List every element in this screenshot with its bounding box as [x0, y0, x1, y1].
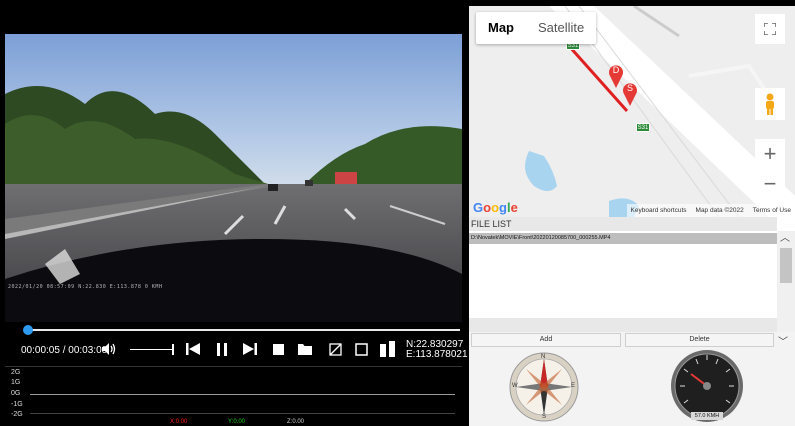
playback-controls: 00:00:05 / 00:03:00 N:22.830297 E:113.87…: [0, 322, 468, 366]
gsensor-label-0g: 0G: [11, 390, 21, 397]
seek-bar[interactable]: [24, 329, 460, 331]
fullscreen-icon[interactable]: [352, 340, 370, 358]
open-folder-icon[interactable]: [296, 340, 314, 358]
video-player[interactable]: 2022/01/20 08:57:09 N:22.830 E:113.878 0…: [0, 0, 466, 322]
google-logo: Google: [473, 200, 518, 215]
add-button[interactable]: Add: [471, 333, 621, 347]
compass-icon: [509, 352, 579, 422]
seek-handle[interactable]: [23, 325, 34, 335]
map-view[interactable]: S31 S31 D S Map Satellite + − Google Key…: [469, 6, 795, 217]
scrollbar-thumb[interactable]: [780, 248, 792, 283]
destination-marker-label: D: [612, 65, 620, 75]
volume-slider[interactable]: [130, 349, 173, 350]
gsensor-y-value: Y:0.00: [228, 419, 246, 425]
zoom-in-button[interactable]: +: [755, 139, 785, 169]
keyboard-shortcuts-link[interactable]: Keyboard shortcuts: [631, 207, 687, 217]
video-frame: 2022/01/20 08:57:09 N:22.830 E:113.878 0…: [5, 34, 462, 322]
gsensor-x-value: X:0.00: [170, 419, 188, 425]
gsensor-label-1g: 1G: [11, 379, 21, 386]
gps-coordinates: N:22.830297 E:113.878021: [406, 340, 468, 360]
street-view-button[interactable]: [755, 88, 785, 120]
file-list-header: FILE LIST: [469, 217, 777, 231]
gsensor-z-value: Z:0.00: [287, 419, 305, 425]
tab-satellite[interactable]: Satellite: [526, 12, 596, 44]
file-list-panel: FILE LIST D:\Novatek\MOVIE\Front\2022012…: [469, 217, 795, 332]
start-marker-label: S: [626, 83, 633, 93]
previous-file-icon[interactable]: [184, 340, 202, 358]
file-list-item-selected[interactable]: D:\Novatek\MOVIE\Front\20220120085700_00…: [469, 233, 777, 244]
map-fullscreen-button[interactable]: [755, 14, 785, 44]
gsensor-graph: 2G 1G 0G -1G -2G X:0.00 Y:0.00 Z:0.00: [5, 366, 462, 426]
snapshot-icon[interactable]: [326, 340, 344, 358]
gsensor-lower-line: [30, 413, 455, 414]
terms-of-use-link[interactable]: Terms of Use: [753, 207, 791, 217]
pegman-icon: [766, 93, 774, 115]
gsensor-label-neg1g: -1G: [11, 401, 23, 408]
gsensor-zero-line: [30, 394, 455, 395]
tab-map[interactable]: Map: [476, 12, 526, 44]
elapsed-time: 00:00:05: [21, 345, 60, 356]
file-list-scrollbar[interactable]: ︿: [777, 231, 795, 332]
compass-west: W: [512, 383, 518, 389]
gsensor-label-2g: 2G: [11, 369, 21, 376]
scroll-up-icon[interactable]: ︿: [780, 233, 790, 245]
speed-readout: 57.0 KMH: [691, 412, 723, 420]
compass-south: S: [542, 414, 547, 420]
expand-icon: [764, 23, 776, 35]
volume-handle[interactable]: [172, 344, 174, 355]
pause-icon[interactable]: [213, 340, 231, 358]
next-file-icon[interactable]: [241, 340, 259, 358]
road-shield-bottom: S31: [636, 123, 650, 132]
compass-north: N: [541, 354, 546, 360]
volume-icon[interactable]: [101, 340, 117, 358]
map-data-attribution: Map data ©2022: [695, 207, 744, 214]
timecode: 00:00:05 / 00:03:00: [21, 345, 107, 356]
zoom-out-button[interactable]: −: [755, 169, 785, 199]
map-type-control: Map Satellite: [476, 12, 597, 44]
bottom-panel: Add Delete ﹀ N E S W 57.0 KMH: [469, 332, 795, 426]
stop-icon[interactable]: [269, 340, 287, 358]
video-osd-overlay: 2022/01/20 08:57:09 N:22.830 E:113.878 0…: [8, 284, 163, 290]
gsensor-label-neg2g: -2G: [11, 411, 23, 418]
split-view-icon[interactable]: [378, 340, 402, 358]
longitude: E:113.878021: [406, 349, 468, 360]
map-footer: Keyboard shortcuts Map data ©2022 Terms …: [626, 204, 795, 217]
compass-east: E: [571, 383, 576, 389]
delete-button[interactable]: Delete: [625, 333, 774, 347]
file-list-footer: [469, 318, 777, 332]
scroll-down-icon[interactable]: ﹀: [778, 333, 788, 348]
